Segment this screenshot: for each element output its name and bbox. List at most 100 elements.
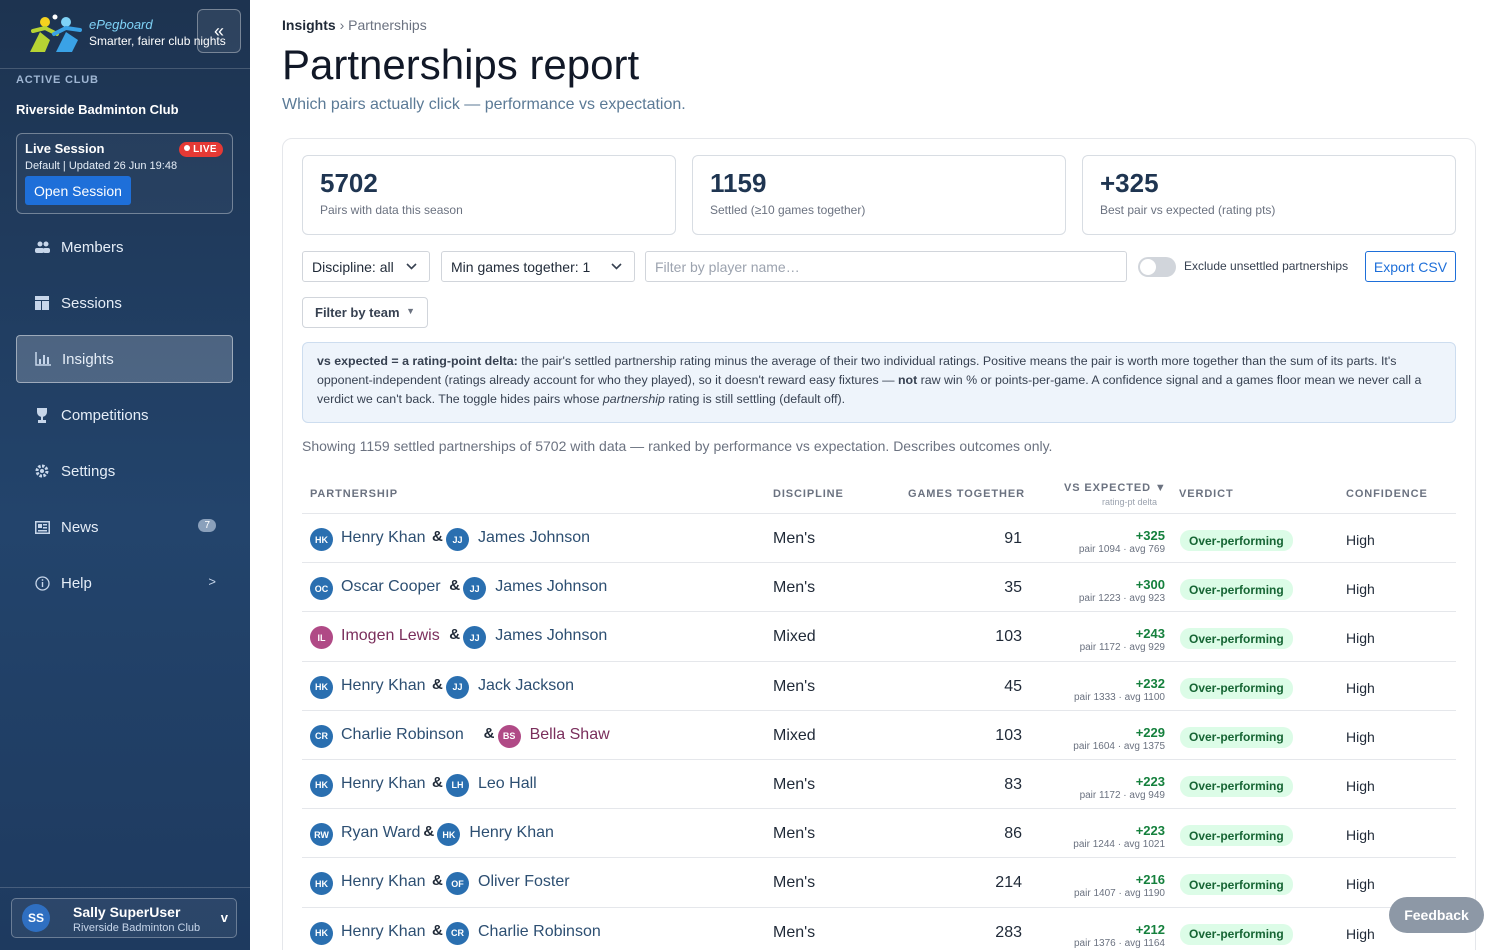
chevron-down-icon <box>611 259 622 273</box>
verdict-badge: Over-performing <box>1180 874 1293 896</box>
player-avatar: HK <box>310 872 333 896</box>
column-header-vs-expected[interactable]: VS EXPECTED ▼ <box>1064 482 1167 494</box>
confidence-cell: High <box>1346 630 1375 647</box>
stat-card-settled: 1159 Settled (≥10 games together) <box>692 155 1066 235</box>
confidence-cell: High <box>1346 777 1375 794</box>
sidebar-item-help[interactable]: Help > <box>16 559 233 607</box>
table-row[interactable]: HK Henry Khan & OF Oliver Foster Men's 214 +216… <box>302 858 1456 908</box>
column-header-verdict[interactable]: VERDICT <box>1179 488 1234 500</box>
min-games-select[interactable]: Min games together: 1 <box>441 251 635 282</box>
player-name-link[interactable]: Henry Khan <box>341 775 426 793</box>
table-row[interactable]: HK Henry Khan & LH Leo Hall Men's 83 +223 pair 1… <box>302 760 1456 810</box>
column-subheader-vs-expected: rating-pt delta <box>1102 497 1158 507</box>
player-name-link[interactable]: Henry Khan <box>341 529 426 547</box>
chevron-down-icon: v <box>220 910 228 925</box>
discipline-cell: Mixed <box>773 628 816 646</box>
table-row[interactable]: IL Imogen Lewis & JJ James Johnson Mixed 103 +2… <box>302 612 1456 662</box>
table-row[interactable]: HK Henry Khan & CR Charlie Robinson Men's 283 +… <box>302 908 1456 950</box>
player-avatar: IL <box>310 626 333 650</box>
table-row[interactable]: CR Charlie Robinson & BS Bella Shaw Mixed 103 +… <box>302 711 1456 760</box>
player-name-filter-input[interactable]: Filter by player name… <box>645 251 1127 282</box>
sidebar-item-insights[interactable]: Insights <box>16 335 233 383</box>
vs-expected-delta: +229 <box>1135 724 1165 740</box>
player-name-link[interactable]: James Johnson <box>478 529 590 547</box>
player-avatar: HK <box>310 773 333 797</box>
breadcrumb-parent-link[interactable]: Insights <box>282 17 336 33</box>
table-row[interactable]: OC Oscar Cooper & JJ James Johnson Men's 35 +30… <box>302 563 1456 613</box>
sidebar-item-news[interactable]: News 7 <box>16 503 233 551</box>
column-header-discipline[interactable]: DISCIPLINE <box>773 488 844 500</box>
player-name-link[interactable]: Jack Jackson <box>478 677 574 695</box>
player-name-link[interactable]: Leo Hall <box>478 775 537 793</box>
live-session-card: Live Session LIVE Default | Updated 26 J… <box>16 133 233 214</box>
discipline-cell: Mixed <box>773 726 816 744</box>
player-name-link[interactable]: Ryan Ward <box>341 824 420 842</box>
player-name-link[interactable]: James Johnson <box>495 627 607 645</box>
sidebar-item-sessions[interactable]: Sessions <box>16 279 233 327</box>
player-name-link[interactable]: Henry Khan <box>341 873 426 891</box>
games-cell: 283 <box>995 923 1022 941</box>
table-header: PARTNERSHIP DISCIPLINE GAMES TOGETHER VS… <box>302 472 1456 514</box>
player-name-link[interactable]: Henry Khan <box>341 677 426 695</box>
table-row[interactable]: HK Henry Khan & JJ Jack Jackson Men's 45 +232 pa… <box>302 662 1456 711</box>
player-name-link[interactable]: Imogen Lewis <box>341 627 440 645</box>
stat-label: Settled (≥10 games together) <box>710 203 866 217</box>
open-session-button[interactable]: Open Session <box>25 176 131 205</box>
pair-avg-detail: pair 1244 · avg 1021 <box>1073 839 1165 851</box>
info-definition-term: vs expected = a rating-point delta: <box>317 354 518 368</box>
news-count-badge: 7 <box>198 519 216 532</box>
games-cell: 35 <box>1004 579 1022 597</box>
player-name-link[interactable]: James Johnson <box>495 578 607 596</box>
player-name-link[interactable]: Henry Khan <box>469 824 554 842</box>
player-name-link[interactable]: Charlie Robinson <box>341 726 464 744</box>
sidebar-item-competitions[interactable]: Competitions <box>16 391 233 439</box>
info-callout: vs expected = a rating-point delta: the … <box>302 342 1456 423</box>
ampersand: & <box>449 626 461 644</box>
discipline-select[interactable]: Discipline: all <box>302 251 430 282</box>
sidebar-item-settings[interactable]: Settings <box>16 447 233 495</box>
stat-label: Pairs with data this season <box>320 203 463 217</box>
sidebar-item-members[interactable]: Members <box>16 223 233 271</box>
player-avatar: CR <box>310 724 333 748</box>
chevron-right-icon: > <box>208 574 216 589</box>
sidebar-item-label: Help <box>61 574 92 592</box>
player-name-link[interactable]: Oscar Cooper <box>341 578 441 596</box>
sidebar-item-label: Insights <box>62 350 114 368</box>
table-row[interactable]: RW Ryan Ward & HK Henry Khan Men's 86 +223 pair … <box>302 809 1456 859</box>
min-games-select-value: Min games together: 1 <box>451 258 591 275</box>
player-avatar: HK <box>310 675 333 699</box>
club-name: Riverside Badminton Club <box>16 102 179 117</box>
feedback-button[interactable]: Feedback <box>1389 897 1484 933</box>
exclude-unsettled-toggle[interactable] <box>1138 257 1176 277</box>
filter-by-team-button[interactable]: Filter by team ▼ <box>302 297 428 328</box>
double-chevron-left-icon: « <box>213 20 224 41</box>
pair-avg-detail: pair 1333 · avg 1100 <box>1074 691 1165 703</box>
table-row[interactable]: HK Henry Khan & JJ James Johnson Men's 91 +325 p… <box>302 514 1456 564</box>
trophy-icon <box>34 407 50 423</box>
ampersand: & <box>449 577 461 595</box>
player-name-link[interactable]: Oliver Foster <box>478 873 570 891</box>
discipline-cell: Men's <box>773 775 816 793</box>
column-header-partnership[interactable]: PARTNERSHIP <box>310 488 398 500</box>
stat-card-best-pair: +325 Best pair vs expected (rating pts) <box>1082 155 1456 235</box>
collapse-sidebar-button[interactable]: « <box>197 9 241 53</box>
stat-card-pairs: 5702 Pairs with data this season <box>302 155 676 235</box>
ampersand: & <box>423 823 435 841</box>
export-csv-button[interactable]: Export CSV <box>1365 251 1456 282</box>
info-emphasis: not <box>897 373 918 387</box>
user-menu-button[interactable]: SS Sally SuperUser Riverside Badminton C… <box>11 898 237 938</box>
player-name-link[interactable]: Bella Shaw <box>530 726 610 744</box>
sidebar: ePegboard Smarter, fairer club nights « … <box>0 0 250 950</box>
column-header-games[interactable]: GAMES TOGETHER <box>908 488 1025 500</box>
games-cell: 103 <box>995 726 1022 744</box>
info-text: rating is still settling (default off). <box>664 392 846 406</box>
player-name-link[interactable]: Charlie Robinson <box>478 923 601 941</box>
player-name-link[interactable]: Henry Khan <box>341 923 426 941</box>
player-avatar: HK <box>310 921 333 945</box>
ampersand: & <box>432 872 443 890</box>
player-avatar: OC <box>310 577 333 601</box>
verdict-badge: Over-performing <box>1180 825 1293 847</box>
column-header-confidence[interactable]: CONFIDENCE <box>1346 488 1428 500</box>
pair-avg-detail: pair 1376 · avg 1164 <box>1074 937 1165 949</box>
user-club: Riverside Badminton Club <box>73 922 201 934</box>
